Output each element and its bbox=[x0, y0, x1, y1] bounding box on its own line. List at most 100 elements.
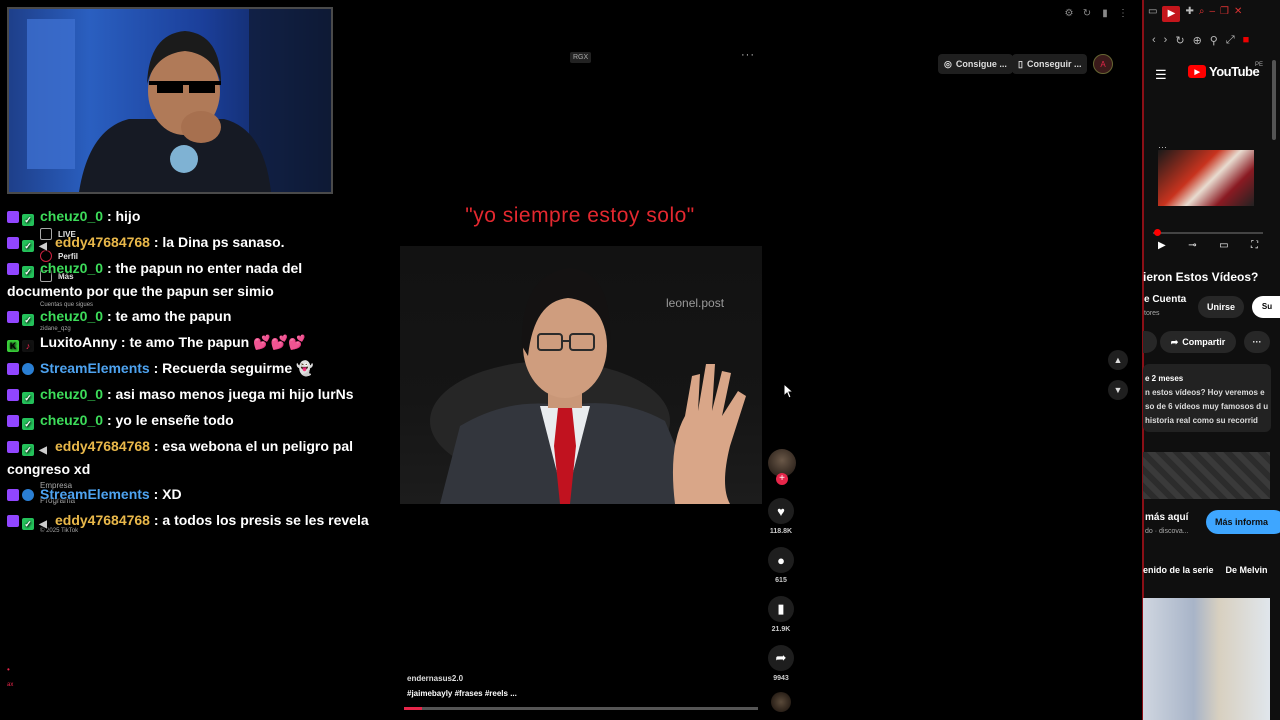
prev-video-button[interactable]: ▲ bbox=[1108, 350, 1128, 370]
music-disc-icon[interactable] bbox=[771, 692, 791, 712]
close-icon[interactable]: ✕ bbox=[1234, 6, 1242, 22]
zoom-icon[interactable]: ⊕ bbox=[1193, 34, 1202, 47]
mini-player-scrubber[interactable] bbox=[1154, 229, 1161, 236]
twitch-badge-icon bbox=[7, 515, 19, 528]
back-icon[interactable]: ‹ bbox=[1152, 34, 1156, 47]
mini-player-controls: ▶ ⊸ ▭ ⛶ bbox=[1158, 240, 1258, 251]
side-panel-nav: ‹ › ↻ ⊕ ⚲ ⤢ ■ bbox=[1152, 34, 1249, 47]
button-label: Conseguir ... bbox=[1026, 59, 1082, 69]
youtube-logo[interactable]: ▶ YouTube bbox=[1188, 64, 1260, 79]
seek-progress bbox=[404, 707, 422, 710]
share-icon[interactable]: ➦ bbox=[768, 645, 794, 671]
chat-message: ✓ cheuz0_0 : hijo bbox=[7, 205, 369, 228]
chat-text: : hijo bbox=[106, 208, 141, 224]
bookmark-icon[interactable]: ▮ bbox=[768, 596, 794, 622]
reload-icon[interactable]: ↻ bbox=[1175, 34, 1184, 47]
ad-thumbnail[interactable] bbox=[1143, 452, 1270, 499]
like-count: 118.8K bbox=[769, 528, 793, 535]
region-label: PE bbox=[1255, 62, 1264, 68]
settings-icon[interactable]: ⚙ bbox=[1064, 8, 1074, 19]
chat-username: cheuz0_0 bbox=[40, 260, 104, 276]
get-coins-button[interactable]: ◎ Consigue ... bbox=[938, 54, 1013, 74]
miniplayer-icon[interactable]: ▭ bbox=[1219, 240, 1228, 251]
next-video-button[interactable]: ▼ bbox=[1108, 380, 1128, 400]
comment-icon[interactable]: ● bbox=[768, 547, 794, 573]
play-icon[interactable]: ▶ bbox=[1158, 240, 1166, 251]
check-badge-icon: ✓ bbox=[22, 266, 34, 279]
mouse-cursor-icon bbox=[783, 383, 793, 399]
recommended-thumbnail[interactable] bbox=[1143, 598, 1270, 720]
screen-icon[interactable]: ▭ bbox=[1148, 6, 1157, 22]
twitch-badge-icon bbox=[7, 211, 19, 224]
twitch-badge-icon bbox=[7, 441, 19, 454]
chat-badges bbox=[7, 484, 37, 506]
video-frame-illustration bbox=[430, 268, 746, 504]
video-badge: RGX bbox=[570, 52, 592, 63]
mute-badge-icon: ◀ bbox=[39, 241, 47, 253]
expand-icon[interactable]: ⤢ bbox=[1226, 34, 1235, 47]
like-action[interactable]: ♥ 118.8K bbox=[768, 498, 794, 535]
chat-badges: ✓ bbox=[7, 306, 37, 328]
video-seek-bar[interactable] bbox=[404, 707, 758, 710]
join-button[interactable]: Unirse bbox=[1198, 296, 1244, 318]
chat-message: StreamElements : Recuerda seguirme 👻 bbox=[7, 357, 369, 380]
video-more-icon[interactable]: ··· bbox=[741, 49, 755, 61]
chat-username: eddy47684768 bbox=[55, 438, 150, 454]
more-actions-icon[interactable]: ··· bbox=[1244, 331, 1270, 353]
video-author[interactable]: endernasus2.0 bbox=[407, 674, 463, 683]
chat-message: K ♪ LuxitoAnny : te amo The papun 💕💕💕 bbox=[7, 331, 369, 354]
chip[interactable]: enido de la serie bbox=[1143, 565, 1214, 575]
mini-player-progress[interactable] bbox=[1153, 232, 1263, 234]
check-badge-icon: ✓ bbox=[22, 392, 34, 405]
ad-learn-more-button[interactable]: Más informa bbox=[1206, 510, 1280, 534]
share-icon: ➦ bbox=[1170, 336, 1179, 347]
reload-icon[interactable]: ↻ bbox=[1082, 8, 1092, 19]
chat-message: ✓ ◀ eddy47684768 : esa webona el un peligr… bbox=[7, 435, 369, 480]
user-avatar[interactable]: A bbox=[1093, 54, 1113, 74]
youtube-extension-icon[interactable]: ▶ bbox=[1162, 6, 1181, 22]
chip[interactable]: De Melvin bbox=[1226, 565, 1268, 575]
video-hashtags[interactable]: #jaimebayly #frases #reels ... bbox=[407, 689, 517, 698]
hamburger-menu-icon[interactable]: ☰ bbox=[1155, 67, 1167, 83]
kebab-icon[interactable]: ⋮ bbox=[1118, 8, 1128, 19]
video-caption-quote: "yo siempre estoy solo" bbox=[465, 204, 695, 227]
youtube-play-icon: ▶ bbox=[1188, 65, 1206, 78]
side-panel-scrollbar[interactable] bbox=[1272, 60, 1276, 140]
chat-username: cheuz0_0 bbox=[40, 208, 104, 224]
plus-icon[interactable]: ✚ bbox=[1185, 6, 1193, 22]
mini-player-thumbnail[interactable] bbox=[1158, 150, 1254, 206]
video-description[interactable]: e 2 meses n estos vídeos? Hoy veremos e … bbox=[1143, 364, 1271, 432]
bot-badge-icon bbox=[22, 363, 34, 376]
check-badge-icon: ✓ bbox=[22, 240, 34, 253]
upload-date: e 2 meses bbox=[1145, 374, 1184, 383]
minimize-icon[interactable]: – bbox=[1209, 6, 1215, 22]
forward-icon[interactable]: › bbox=[1164, 34, 1168, 47]
chat-badges: K ♪ bbox=[7, 332, 37, 354]
toggle-icon[interactable]: ⊸ bbox=[1188, 240, 1196, 251]
maximize-icon[interactable]: ❐ bbox=[1220, 6, 1229, 22]
comment-action[interactable]: ● 615 bbox=[768, 547, 794, 584]
fullscreen-icon[interactable]: ⛶ bbox=[1251, 240, 1258, 251]
check-badge-icon: ✓ bbox=[22, 314, 34, 327]
subscribe-button[interactable]: Su bbox=[1252, 296, 1280, 318]
share-action[interactable]: ➦ 9943 bbox=[768, 645, 794, 682]
share-button[interactable]: ➦ Compartir bbox=[1160, 331, 1236, 353]
chat-username: StreamElements bbox=[40, 486, 150, 502]
subscriber-count: tores bbox=[1144, 310, 1160, 317]
video-watermark: leonel.post bbox=[666, 296, 725, 310]
chat-text: : asi maso menos juega mi hijo lurNs bbox=[106, 386, 354, 402]
pin-icon[interactable]: ⚲ bbox=[1210, 34, 1218, 47]
chat-badges: ✓ bbox=[7, 410, 37, 432]
follow-plus-icon[interactable]: + bbox=[776, 473, 788, 485]
chat-badges: ✓ ◀ bbox=[7, 436, 52, 458]
heart-icon[interactable]: ♥ bbox=[768, 498, 794, 524]
channel-name[interactable]: e Cuenta bbox=[1144, 294, 1186, 305]
save-action[interactable]: ▮ 21.9K bbox=[768, 596, 794, 633]
search-icon[interactable]: ⌕ bbox=[1199, 6, 1205, 22]
youtube-icon[interactable]: ■ bbox=[1243, 34, 1250, 47]
chat-message: ✓ ◀ eddy47684768 : la Dina ps sanaso. bbox=[7, 231, 369, 254]
chat-message: ✓ cheuz0_0 : yo le enseñe todo bbox=[7, 409, 369, 432]
pin-icon[interactable]: ▮ bbox=[1100, 8, 1110, 19]
get-app-button[interactable]: ▯ Conseguir ... bbox=[1012, 54, 1088, 74]
chat-text: : XD bbox=[153, 486, 182, 502]
